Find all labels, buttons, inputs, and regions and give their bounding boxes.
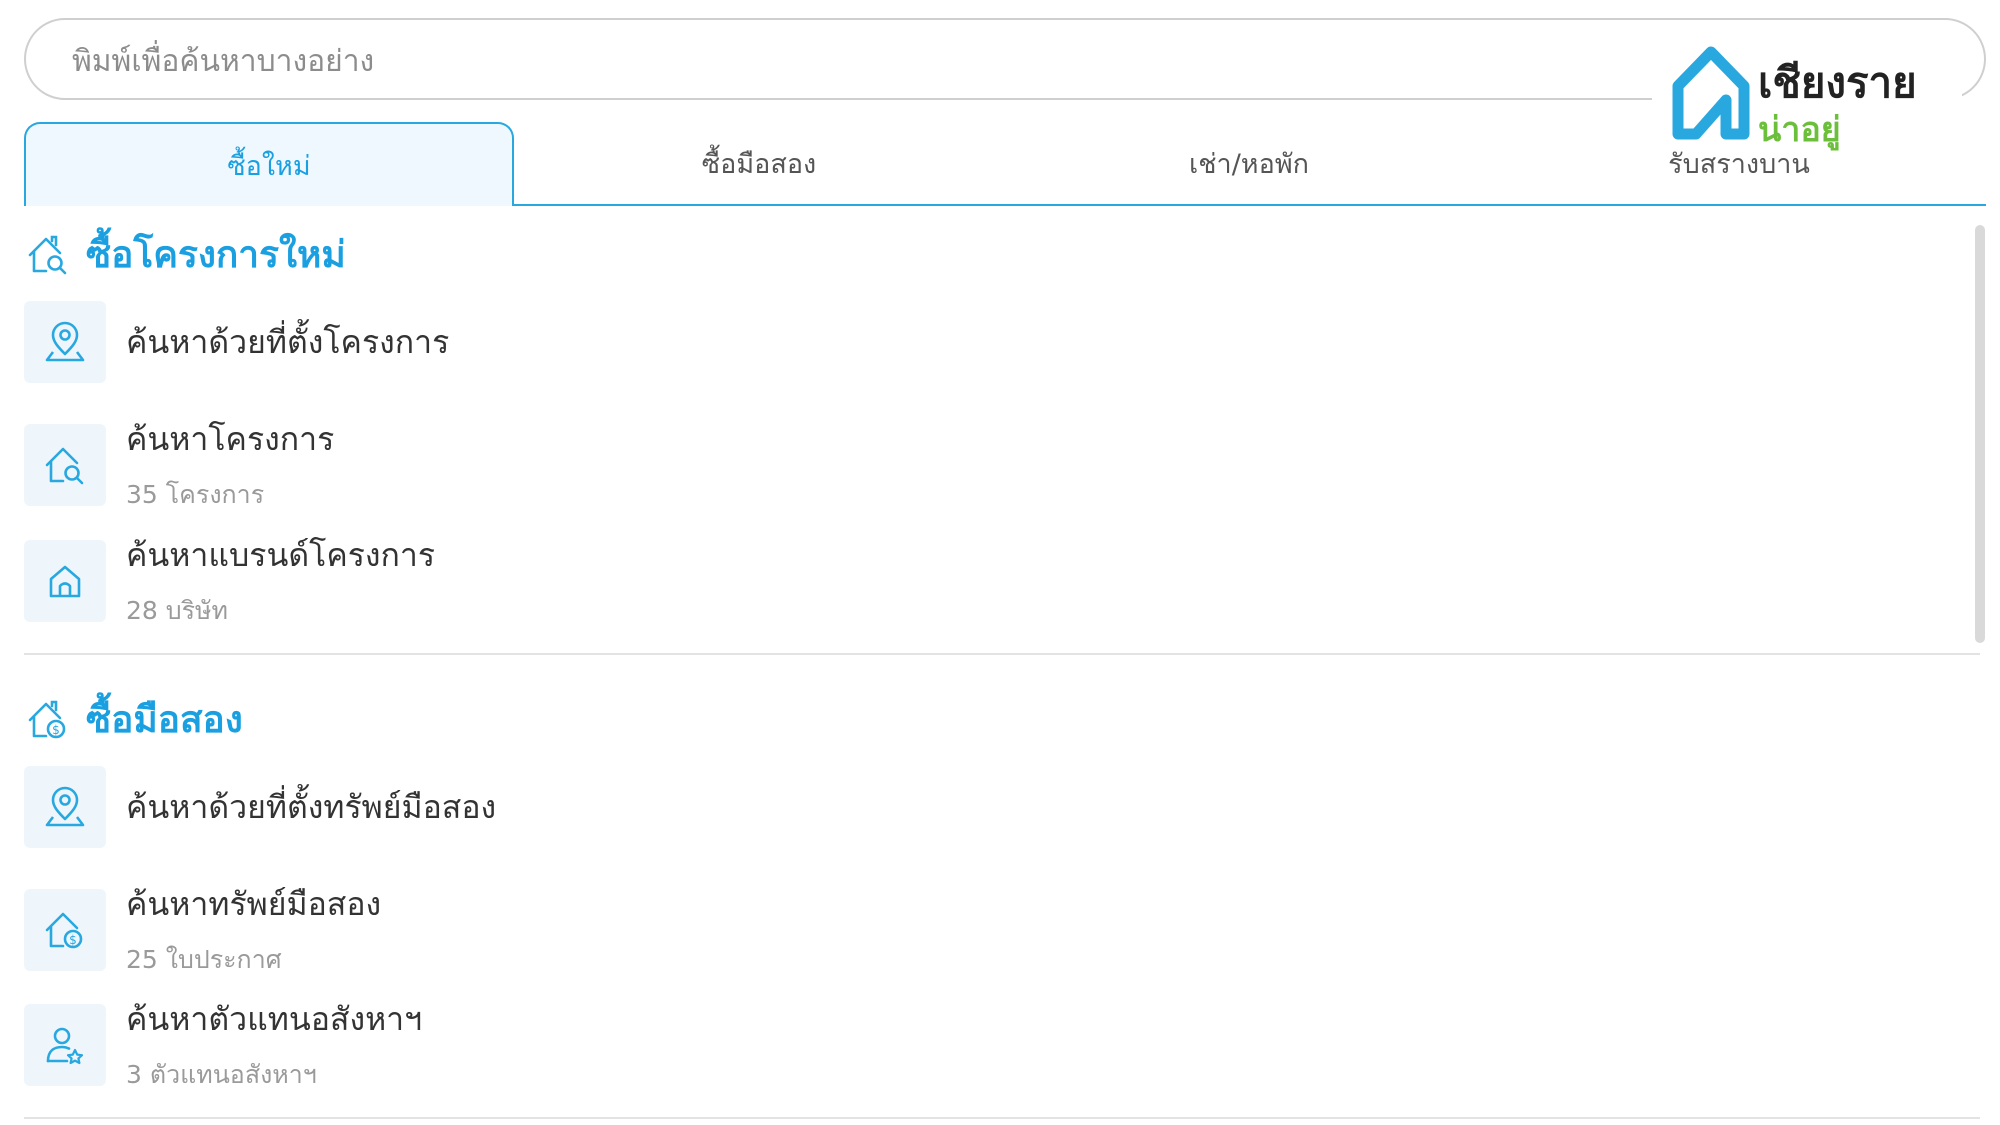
item-label: ค้นหาด้วยที่ตั้งทรัพย์มือสอง bbox=[126, 787, 497, 826]
house-search-icon bbox=[45, 447, 84, 484]
user-star-icon bbox=[46, 1027, 84, 1064]
house-icon bbox=[49, 565, 81, 597]
house-dollar-icon: $ bbox=[45, 912, 83, 948]
item-count: 28 บริษัท bbox=[126, 596, 229, 625]
item-label: ค้นหาทรัพย์มือสอง bbox=[126, 885, 382, 923]
search-panel: เชียงราย น่าอยู่ ซื้อใหม่ ซื้อมือสอง เช่… bbox=[0, 0, 2000, 1125]
menu-item-search-by-resale-location[interactable]: ค้นหาด้วยที่ตั้งทรัพย์มือสอง bbox=[24, 766, 496, 848]
menu-item-search-project-brands[interactable]: ค้นหาแบรนด์โครงการ 28 บริษัท bbox=[24, 530, 435, 631]
svg-text:$: $ bbox=[52, 723, 60, 737]
item-count: 35 โครงการ bbox=[126, 480, 265, 509]
item-count: 3 ตัวแทนอสังหาฯ bbox=[126, 1060, 317, 1089]
section-heading-buy-new-project: ซื้อโครงการใหม่ bbox=[26, 225, 346, 284]
menu-item-search-real-estate-agents[interactable]: ค้นหาตัวแทนอสังหาฯ 3 ตัวแทนอสังหาฯ bbox=[24, 994, 422, 1095]
item-icon-box bbox=[24, 1003, 106, 1086]
item-label: ค้นหาโครงการ bbox=[126, 420, 335, 458]
section-divider bbox=[24, 1117, 1980, 1119]
tab-build-house[interactable]: รับสรางบาน bbox=[1494, 122, 1984, 204]
item-icon-box: $ bbox=[24, 888, 106, 971]
house-search-icon bbox=[28, 235, 67, 274]
menu-item-search-by-project-location[interactable]: ค้นหาด้วยที่ตั้งโครงการ bbox=[24, 301, 449, 383]
tab-buy-second-hand[interactable]: ซื้อมือสอง bbox=[514, 122, 1004, 204]
section-title: ซื้อโครงการใหม่ bbox=[86, 233, 346, 276]
item-icon-box bbox=[24, 766, 106, 848]
item-icon-box bbox=[24, 301, 106, 383]
scrollbar[interactable] bbox=[1975, 225, 1985, 643]
section-title: ซื้อมือสอง bbox=[86, 698, 243, 741]
house-dollar-icon: $ bbox=[28, 700, 66, 738]
search-input[interactable] bbox=[70, 38, 1574, 84]
category-tabs: ซื้อใหม่ ซื้อมือสอง เช่า/หอพัก รับสรางบา… bbox=[24, 122, 1986, 206]
tab-buy-new[interactable]: ซื้อใหม่ bbox=[24, 122, 514, 206]
item-label: ค้นหาแบรนด์โครงการ bbox=[126, 536, 436, 574]
menu-item-search-resale-properties[interactable]: $ ค้นหาทรัพย์มือสอง 25 ใบประกาศ bbox=[24, 879, 381, 980]
map-pin-icon bbox=[45, 786, 85, 827]
map-pin-icon bbox=[45, 321, 85, 362]
menu-item-search-projects[interactable]: ค้นหาโครงการ 35 โครงการ bbox=[24, 414, 334, 515]
item-icon-box bbox=[24, 423, 106, 506]
item-label: ค้นหาด้วยที่ตั้งโครงการ bbox=[126, 322, 450, 361]
svg-text:$: $ bbox=[69, 933, 77, 947]
item-label: ค้นหาตัวแทนอสังหาฯ bbox=[126, 1000, 423, 1038]
item-count: 25 ใบประกาศ bbox=[126, 945, 282, 974]
item-icon-box bbox=[24, 539, 106, 622]
section-divider bbox=[24, 653, 1980, 655]
tab-rent-dorm[interactable]: เช่า/หอพัก bbox=[1004, 122, 1494, 204]
section-heading-buy-second-hand: $ ซื้อมือสอง bbox=[26, 690, 243, 749]
